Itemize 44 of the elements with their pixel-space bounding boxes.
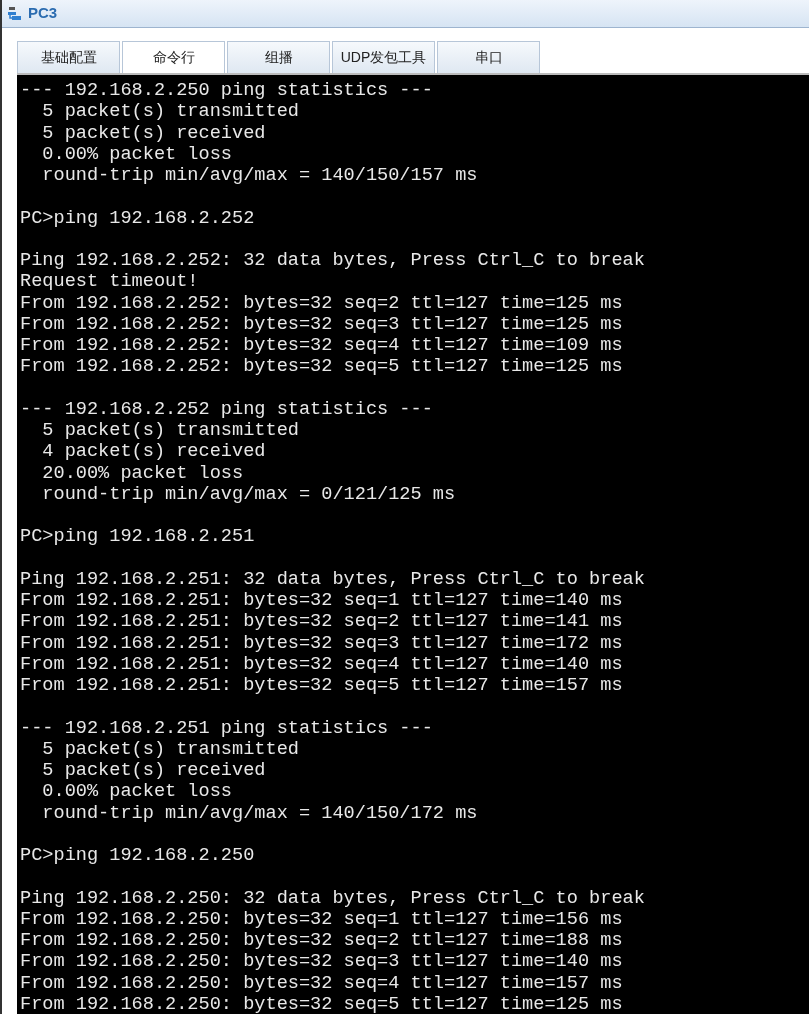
terminal-line: round-trip min/avg/max = 0/121/125 ms bbox=[41, 483, 456, 505]
network-icon bbox=[6, 4, 24, 23]
terminal-line: 5 packet(s) transmitted bbox=[41, 738, 299, 760]
terminal-line: Ping 192.168.2.252: 32 data bytes, Press Ctrl_C to break bbox=[20, 250, 645, 272]
terminal-line: From 192.168.2.250: bytes=32 seq=3 ttl=127 time=140 ms bbox=[20, 951, 623, 973]
terminal-line: PC>ping 192.168.2.251 bbox=[20, 526, 255, 548]
terminal-line: Ping 192.168.2.251: 32 data bytes, Press Ctrl_C to break bbox=[20, 568, 645, 590]
terminal-line: From 192.168.2.252: bytes=32 seq=5 ttl=127 time=125 ms bbox=[20, 356, 623, 378]
tab[interactable]: 串口 bbox=[437, 41, 540, 73]
terminal-line: 5 packet(s) received bbox=[41, 760, 266, 782]
terminal-line: From 192.168.2.250: bytes=32 seq=1 ttl=127 time=156 ms bbox=[20, 908, 623, 930]
tab[interactable]: 命令行 bbox=[122, 41, 225, 73]
terminal-line: Request timeout! bbox=[20, 271, 199, 293]
window-title: PC3 bbox=[28, 3, 58, 24]
terminal-line: round-trip min/avg/max = 140/150/172 ms bbox=[41, 802, 478, 824]
terminal-line: 5 packet(s) transmitted bbox=[41, 420, 299, 442]
terminal-line: --- 192.168.2.252 ping statistics --- bbox=[20, 398, 433, 420]
terminal-line: From 192.168.2.251: bytes=32 seq=3 ttl=127 time=172 ms bbox=[20, 632, 623, 654]
terminal-line: From 192.168.2.252: bytes=32 seq=3 ttl=127 time=125 ms bbox=[20, 313, 623, 335]
terminal-line: From 192.168.2.251: bytes=32 seq=2 ttl=127 time=141 ms bbox=[20, 611, 623, 633]
terminal-line: From 192.168.2.252: bytes=32 seq=2 ttl=127 time=125 ms bbox=[20, 292, 623, 314]
terminal-line: 5 packet(s) received bbox=[41, 122, 266, 144]
terminal-line: From 192.168.2.251: bytes=32 seq=1 ttl=127 time=140 ms bbox=[20, 590, 623, 612]
terminal-line: From 192.168.2.251: bytes=32 seq=5 ttl=127 time=157 ms bbox=[20, 675, 623, 697]
terminal-line: From 192.168.2.250: bytes=32 seq=4 ttl=127 time=157 ms bbox=[20, 972, 623, 994]
terminal-line: Ping 192.168.2.250: 32 data bytes, Press Ctrl_C to break bbox=[20, 887, 645, 909]
tab[interactable]: 基础配置 bbox=[17, 41, 120, 73]
terminal-line: 5 packet(s) transmitted bbox=[41, 101, 299, 123]
terminal-line: --- 192.168.2.250 ping statistics --- bbox=[20, 80, 433, 102]
tab[interactable]: 组播 bbox=[227, 41, 330, 73]
terminal-line: PC>ping 192.168.2.252 bbox=[20, 207, 255, 229]
terminal-line: From 192.168.2.250: bytes=32 seq=2 ttl=127 time=188 ms bbox=[20, 930, 623, 952]
tab[interactable]: UDP发包工具 bbox=[332, 41, 435, 73]
terminal-line: --- 192.168.2.251 ping statistics --- bbox=[20, 717, 433, 739]
terminal-line: PC>ping 192.168.2.250 bbox=[20, 845, 255, 867]
terminal-line: From 192.168.2.251: bytes=32 seq=4 ttl=127 time=140 ms bbox=[20, 653, 623, 675]
terminal-line: round-trip min/avg/max = 140/150/157 ms bbox=[41, 165, 478, 187]
terminal[interactable] bbox=[17, 73, 809, 1014]
terminal-line: 0.00% packet loss bbox=[41, 143, 232, 165]
terminal-line: From 192.168.2.252: bytes=32 seq=4 ttl=127 time=109 ms bbox=[20, 335, 623, 357]
terminal-line: From 192.168.2.250: bytes=32 seq=5 ttl=127 time=125 ms bbox=[20, 993, 623, 1014]
terminal-line: 20.00% packet loss bbox=[41, 462, 244, 484]
terminal-line: 0.00% packet loss bbox=[41, 781, 232, 803]
terminal-line: 4 packet(s) received bbox=[41, 441, 266, 463]
